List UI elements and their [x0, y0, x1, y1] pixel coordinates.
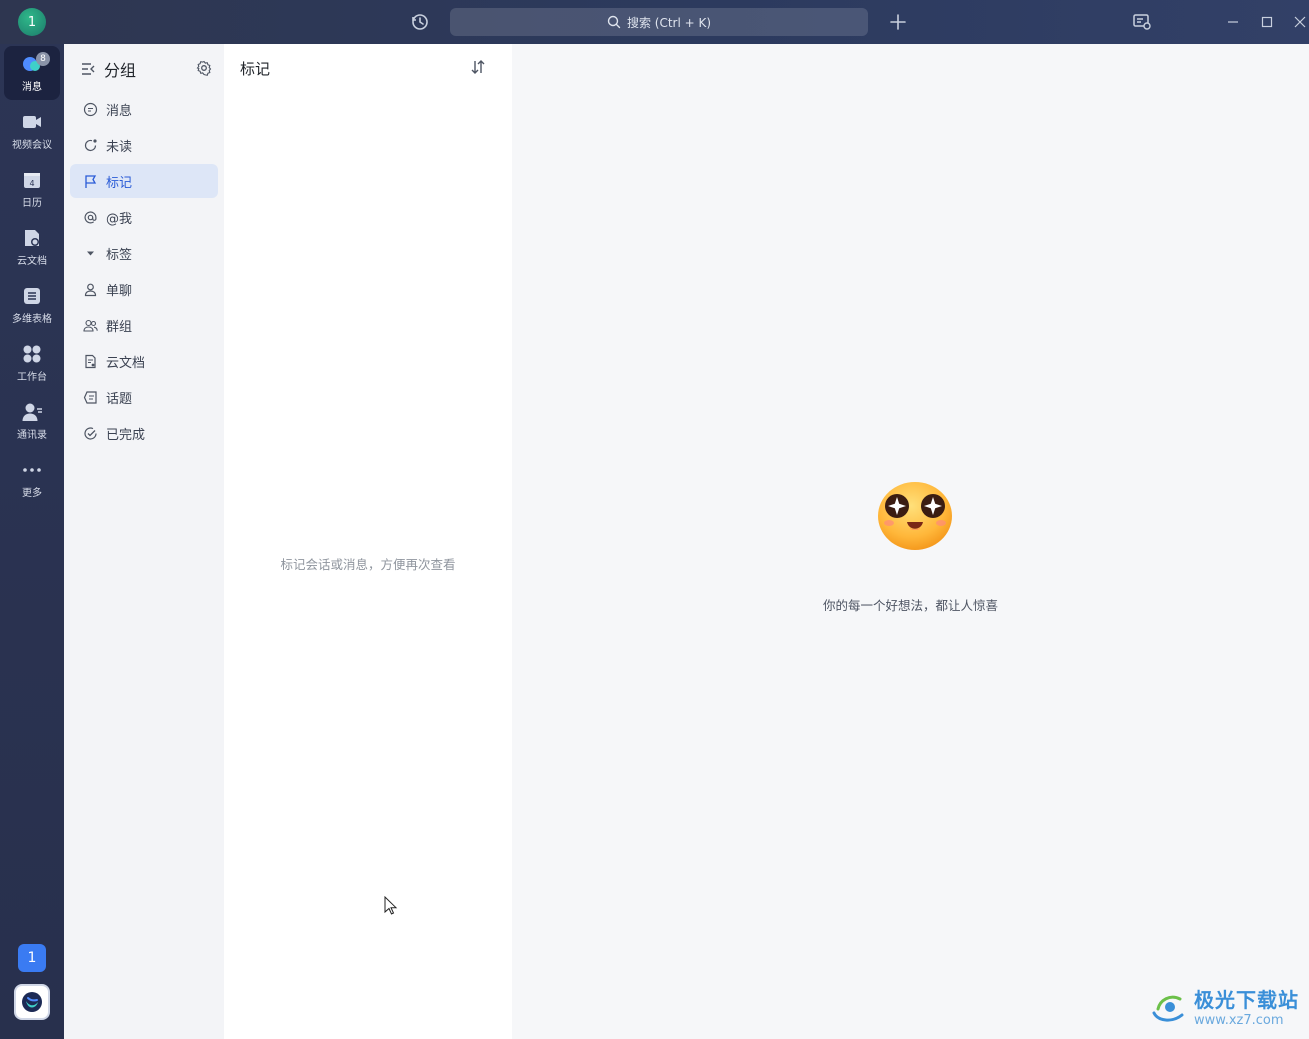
group-item-label: 云文档 — [106, 355, 146, 371]
calendar-icon: 4 — [24, 173, 40, 188]
left-rail: 消息 8 视频会议 4 日历 云文档 多维表格 工作台 通讯录 更多 1 — [0, 44, 64, 1039]
at-icon — [82, 209, 98, 225]
contacts-icon — [22, 403, 42, 421]
group-item-direct-chats[interactable]: 单聊 — [70, 272, 218, 306]
doc-icon — [82, 353, 98, 369]
collapse-menu-icon[interactable] — [80, 61, 96, 77]
search-icon — [607, 15, 621, 29]
detail-panel: 你的每一个好想法，都让人惊喜 — [512, 44, 1309, 1039]
search-placeholder: 搜索 (Ctrl + K) — [626, 15, 712, 30]
group-item-topics[interactable]: 话题 — [70, 380, 218, 414]
watermark-logo-icon — [1152, 995, 1184, 1022]
empty-detail-message: 你的每一个好想法，都让人惊喜 — [822, 598, 998, 613]
rail-label: 视频会议 — [12, 140, 52, 151]
rail-label: 消息 — [22, 82, 42, 93]
video-icon — [23, 116, 41, 128]
gear-icon[interactable] — [196, 60, 212, 76]
sort-icon[interactable] — [470, 58, 486, 80]
more-icon — [23, 468, 41, 472]
search-input[interactable]: 搜索 (Ctrl + K) — [450, 8, 868, 36]
rail-item-workbench[interactable]: 工作台 — [4, 336, 60, 390]
groups-header: 分组 — [80, 58, 212, 80]
table-icon — [24, 288, 40, 304]
groups-panel: 分组 消息 未读 标记 @我 标签 单聊 群组 云文档 话题 已完成 — [64, 44, 224, 1039]
group-item-unread[interactable]: 未读 — [70, 128, 218, 162]
unread-badge: 8 — [36, 52, 50, 66]
group-item-label: 话题 — [106, 391, 133, 407]
minimize-icon[interactable] — [1221, 10, 1245, 34]
starry-eyes-emoji-icon — [878, 482, 952, 550]
add-icon[interactable] — [886, 10, 910, 34]
group-item-done[interactable]: 已完成 — [70, 416, 218, 450]
rail-label: 多维表格 — [12, 314, 52, 325]
flagged-list-panel: 标记 标记会话或消息，方便再次查看 — [224, 44, 512, 1039]
watermark-name: 极光下载站 — [1194, 988, 1299, 1012]
account-badge[interactable]: 1 — [18, 944, 46, 972]
cloud-doc-icon — [25, 230, 39, 246]
rail-label: 通讯录 — [17, 430, 47, 441]
rail-item-video[interactable]: 视频会议 — [4, 104, 60, 158]
group-item-label: 消息 — [106, 103, 133, 119]
close-icon[interactable] — [1288, 10, 1309, 34]
rail-item-contacts[interactable]: 通讯录 — [4, 394, 60, 448]
group-item-label: @我 — [106, 211, 133, 227]
rail-item-calendar[interactable]: 4 日历 — [4, 162, 60, 216]
screen-share-icon[interactable] — [1130, 10, 1154, 34]
rail-label: 工作台 — [17, 372, 47, 383]
group-item-label: 标记 — [106, 175, 133, 191]
topic-icon — [82, 389, 98, 405]
group-item-mentions[interactable]: @我 — [70, 200, 218, 234]
group-item-label: 群组 — [106, 319, 133, 335]
group-item-label: 未读 — [106, 139, 133, 155]
chat-bubble-icon — [82, 101, 98, 117]
groups-title: 分组 — [104, 61, 137, 80]
group-item-label: 已完成 — [106, 427, 146, 443]
rail-label: 更多 — [22, 488, 42, 499]
group-item-label: 标签 — [106, 247, 133, 263]
group-icon — [82, 317, 98, 333]
rail-item-messages[interactable]: 消息 8 — [4, 46, 60, 100]
watermark: 极光下载站 www.xz7.com — [1148, 984, 1299, 1028]
empty-state-text: 标记会话或消息，方便再次查看 — [280, 557, 456, 572]
workbench-icon — [23, 345, 41, 363]
app-logo-icon[interactable] — [14, 984, 50, 1020]
maximize-icon[interactable] — [1255, 10, 1279, 34]
list-title: 标记 — [240, 60, 271, 78]
title-bar: 1 搜索 (Ctrl + K) — [0, 0, 1309, 44]
check-circle-icon — [82, 425, 98, 441]
svg-text:4: 4 — [29, 179, 34, 188]
group-item-messages[interactable]: 消息 — [70, 92, 218, 126]
watermark-url: www.xz7.com — [1194, 1013, 1284, 1028]
group-item-cloud-docs[interactable]: 云文档 — [70, 344, 218, 378]
user-avatar[interactable]: 1 — [18, 8, 46, 36]
person-icon — [82, 281, 98, 297]
rail-item-bitable[interactable]: 多维表格 — [4, 278, 60, 332]
rail-label: 日历 — [22, 198, 42, 209]
caret-down-icon — [82, 245, 98, 261]
group-item-flagged[interactable]: 标记 — [70, 164, 218, 198]
history-icon[interactable] — [408, 10, 432, 34]
group-item-groups[interactable]: 群组 — [70, 308, 218, 342]
unread-icon — [82, 137, 98, 153]
mouse-cursor-icon — [384, 896, 398, 915]
rail-item-cloud-docs[interactable]: 云文档 — [4, 220, 60, 274]
rail-item-more[interactable]: 更多 — [4, 452, 60, 506]
rail-label: 云文档 — [17, 256, 47, 267]
flag-icon — [82, 173, 98, 189]
group-item-label: 单聊 — [106, 283, 133, 299]
group-item-tags[interactable]: 标签 — [70, 236, 218, 270]
